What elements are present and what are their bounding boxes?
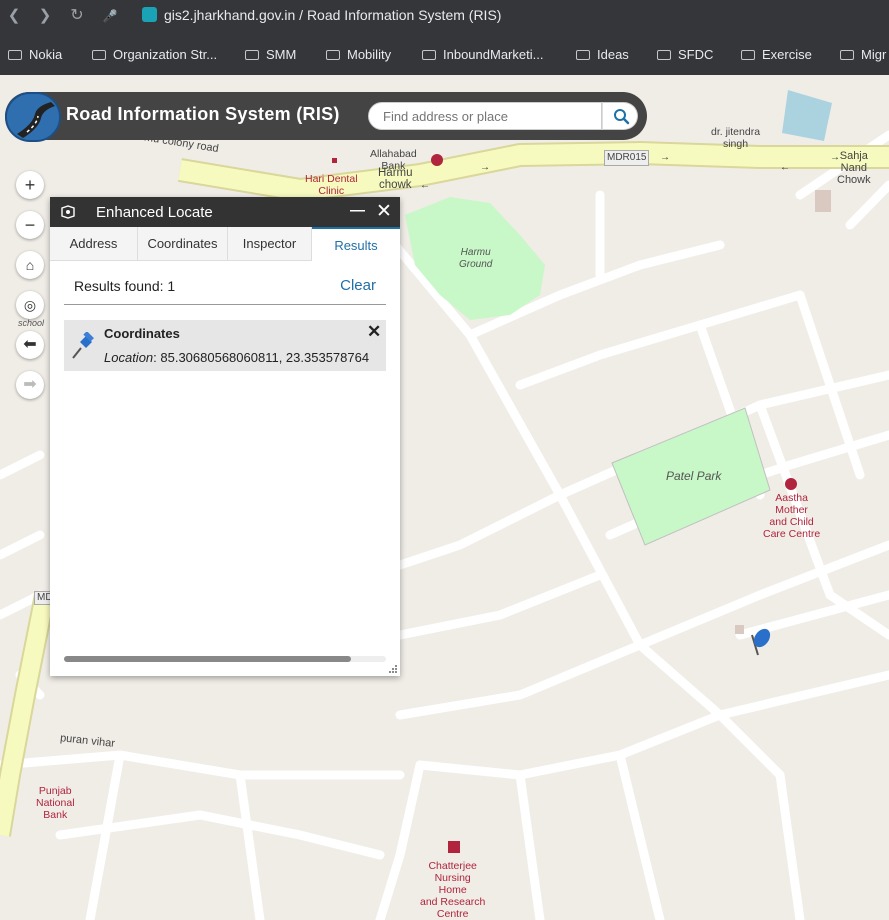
panel-title: Enhanced Locate: [96, 204, 213, 221]
results-count: Results found: 1: [74, 278, 176, 294]
folder-icon: [326, 50, 340, 60]
location-label: Location: [104, 350, 154, 365]
zoom-out-button[interactable]: −: [16, 211, 44, 239]
bookmark-nokia[interactable]: Nokia: [8, 46, 62, 64]
home-icon: ⌂: [25, 257, 35, 273]
result-item[interactable]: Coordinates Location: 85.30680568060811,…: [64, 320, 386, 371]
result-title: Coordinates: [104, 326, 180, 341]
ris-logo-icon: [5, 92, 61, 142]
result-location: Location: 85.30680568060811, 23.35357876…: [104, 350, 369, 365]
folder-icon: [92, 50, 106, 60]
folder-icon: [422, 50, 436, 60]
svg-text:←: ←: [420, 180, 430, 191]
previous-extent-button[interactable]: ⬅: [16, 331, 44, 359]
remove-result-icon[interactable]: ✕: [367, 322, 381, 342]
place-label: dr. jitendra singh: [711, 126, 761, 150]
panel-header[interactable]: Enhanced Locate — ✕: [50, 197, 400, 227]
resize-handle-icon[interactable]: [388, 664, 398, 674]
bookmark-migr[interactable]: Migr: [840, 46, 886, 64]
reload-icon[interactable]: ↻: [67, 6, 87, 26]
place-label: Chatterjee Nursing Home and Research Cen…: [420, 860, 486, 920]
arrow-right-icon: ➡: [23, 376, 37, 393]
tab-address[interactable]: Address: [50, 227, 138, 261]
park-label: Patel Park: [666, 469, 722, 483]
folder-icon: [245, 50, 259, 60]
app-title: Road Information System (RIS): [66, 104, 340, 124]
park-label: Harmu Ground: [459, 247, 493, 270]
bookmark-sfdc[interactable]: SFDC: [657, 46, 713, 64]
forward-icon[interactable]: ❯: [35, 6, 55, 26]
svg-text:→: →: [480, 162, 490, 173]
arrow-left-icon: ⬅: [23, 336, 37, 353]
location-value: : 85.30680568060811, 23.353578764: [153, 350, 370, 365]
address-row: ❮ ❯ ↻ 🎤 gis2.jharkhand.gov.in / Road Inf…: [0, 0, 889, 32]
folder-icon: [741, 50, 755, 60]
enhanced-locate-panel: Enhanced Locate — ✕ Address Coordinates …: [50, 197, 400, 676]
svg-text:←: ←: [780, 162, 790, 173]
tab-coordinates[interactable]: Coordinates: [138, 227, 228, 261]
minus-icon: −: [24, 215, 36, 235]
back-icon[interactable]: ❮: [4, 6, 24, 26]
next-extent-button[interactable]: ➡: [16, 371, 44, 399]
place-label: Hari Dental Clinic: [305, 173, 358, 197]
folder-icon: [8, 50, 22, 60]
search-input[interactable]: [368, 102, 602, 130]
bookmark-ideas[interactable]: Ideas: [576, 46, 629, 64]
bookmark-exercise[interactable]: Exercise: [741, 46, 812, 64]
bookmark-inbound[interactable]: InboundMarketi...: [422, 46, 543, 64]
svg-text:→: →: [660, 152, 670, 163]
place-label: Punjab National Bank: [36, 785, 75, 821]
plus-icon: +: [24, 175, 36, 195]
place-label: Sahja Nand Chowk: [837, 150, 871, 186]
bookmarks-bar: Nokia Organization Str... SMM Mobility I…: [0, 40, 889, 70]
place-label: Harmu chowk: [378, 167, 413, 191]
horizontal-scrollbar[interactable]: [64, 656, 386, 662]
home-button[interactable]: ⌂: [16, 251, 44, 279]
bookmark-organization[interactable]: Organization Str...: [92, 46, 217, 64]
road-label: MDR015: [604, 150, 650, 166]
panel-tabs: Address Coordinates Inspector Results: [50, 227, 400, 262]
url-text[interactable]: gis2.jharkhand.gov.in / Road Information…: [164, 6, 501, 24]
browser-chrome: ❮ ❯ ↻ 🎤 gis2.jharkhand.gov.in / Road Inf…: [0, 0, 889, 75]
clear-link[interactable]: Clear: [340, 277, 376, 294]
folder-icon: [657, 50, 671, 60]
search-button[interactable]: [602, 102, 638, 130]
mic-icon[interactable]: 🎤: [100, 6, 120, 26]
bookmark-smm[interactable]: SMM: [245, 46, 296, 64]
scrollbar-thumb[interactable]: [64, 656, 351, 662]
locate-button[interactable]: ◎: [16, 291, 44, 319]
bookmark-mobility[interactable]: Mobility: [326, 46, 391, 64]
site-icon: [142, 7, 157, 22]
folder-icon: [840, 50, 854, 60]
minimize-icon[interactable]: —: [350, 202, 365, 219]
zoom-in-button[interactable]: +: [16, 171, 44, 199]
locate-panel-icon: [61, 205, 75, 219]
pushpin-icon: [72, 332, 94, 359]
crosshair-icon: ◎: [23, 297, 37, 313]
tab-inspector[interactable]: Inspector: [228, 227, 312, 261]
folder-icon: [576, 50, 590, 60]
search-icon: [614, 109, 630, 125]
close-icon[interactable]: ✕: [376, 200, 392, 223]
tab-results[interactable]: Results: [312, 227, 400, 262]
results-header: Results found: 1 Clear: [64, 275, 386, 305]
place-label: Aastha Mother and Child Care Centre: [763, 492, 821, 540]
